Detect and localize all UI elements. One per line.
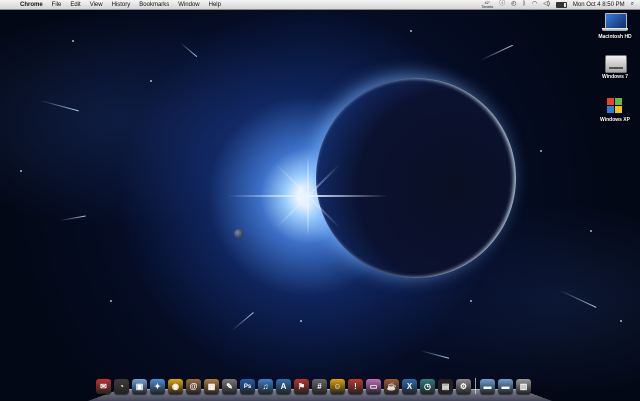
wifi-icon[interactable]: ◠ [532, 0, 537, 9]
star [410, 30, 412, 32]
menu-file[interactable]: File [52, 2, 62, 8]
alert-icon: ! [354, 382, 357, 391]
smiley-icon: ☺ [333, 382, 342, 391]
menu-edit[interactable]: Edit [70, 2, 80, 8]
dock-item-clock[interactable]: ◷ [420, 379, 435, 394]
mail-stamp-icon: ✉ [100, 382, 107, 391]
trash-icon: ▥ [519, 382, 528, 391]
desktop-drive-windows-7[interactable]: Windows 7 [590, 53, 640, 80]
small-moon [234, 229, 243, 238]
menu-help[interactable]: Help [209, 2, 221, 8]
gear-icon: ⚙ [459, 382, 468, 391]
menu-clock[interactable]: Mon Oct 4 8:50 PM [573, 2, 625, 8]
star [20, 170, 22, 172]
menu-window[interactable]: Window [178, 2, 199, 8]
dock-item-calculator[interactable]: # [312, 379, 327, 394]
dock-item-system-preferences[interactable]: ⚙ [456, 379, 471, 394]
dock-item-itunes[interactable]: ♫ [258, 379, 273, 394]
dock-item-display[interactable]: ▭ [366, 379, 381, 394]
dock-item-chrome[interactable]: ◉ [168, 379, 183, 394]
dock-item-sketch[interactable]: ✎ [222, 379, 237, 394]
drive-label: Windows XP [600, 117, 630, 123]
dock: ✉ ◔ ▣ ✦ ◉ @ ▦ ✎ Ps ♫ A ⚑ # ☺! ▭ ☕ X ◷ ▤ ⚙ ▬ ▬ ▥ [96, 376, 531, 394]
dock-item-address-book[interactable]: @ [186, 379, 201, 394]
photoshop-icon: Ps [243, 383, 252, 390]
dock-item-preview[interactable]: ▣ [132, 379, 147, 394]
star [150, 80, 152, 82]
meteor-streak [231, 312, 254, 331]
time-machine-icon[interactable]: ◴ [511, 0, 516, 9]
drive-label: Windows 7 [601, 74, 629, 80]
battery-level-fill [556, 2, 565, 7]
dock-item-applications-folder[interactable]: ▬ [480, 379, 495, 394]
star [110, 300, 112, 302]
desktop-wallpaper [0, 0, 640, 400]
menu-bookmarks[interactable]: Bookmarks [139, 2, 169, 8]
drive-label: Macintosh HD [598, 34, 632, 40]
calculator-icon: # [317, 382, 322, 391]
star [72, 40, 74, 42]
dock-item-flag-app[interactable]: ⚑ [294, 379, 309, 394]
meteor-streak [179, 42, 198, 58]
info-icon[interactable]: ⓘ [499, 0, 505, 9]
address-book-icon: @ [189, 382, 198, 391]
dock-item-adium[interactable]: ☺ [330, 379, 345, 394]
meteor-streak [419, 350, 450, 359]
folder-icon: ▬ [501, 382, 510, 391]
planet [316, 78, 516, 278]
safari-compass-icon: ✦ [154, 382, 161, 391]
menu-history[interactable]: History [112, 2, 131, 8]
desktop-drive-windows-xp[interactable]: Windows XP [590, 96, 640, 123]
battery-icon[interactable] [555, 1, 567, 8]
dock-item-dashboard[interactable]: ◔ [114, 379, 129, 394]
chrome-icon: ◉ [172, 382, 179, 391]
iphoto-icon: ▦ [207, 382, 216, 391]
menu-app-name[interactable]: Chrome [20, 2, 43, 8]
app-store-icon: A [280, 382, 287, 391]
preview-icon: ▣ [135, 382, 144, 391]
weather-city: Toronto [481, 4, 494, 9]
dock-separator [475, 378, 476, 394]
spotlight-search-icon[interactable]: ⌕ [631, 0, 634, 9]
activity-monitor-icon: ▤ [441, 382, 450, 391]
coffee-icon: ☕ [386, 382, 397, 391]
star [470, 300, 472, 302]
dashboard-icon: ◔ [119, 382, 124, 391]
windows-flag-icon [602, 96, 628, 116]
dock-item-activity-monitor[interactable]: ▤ [438, 379, 453, 394]
meteor-streak [559, 290, 597, 308]
menu-view[interactable]: View [90, 2, 103, 8]
bluetooth-icon[interactable]: ᛒ [522, 0, 526, 9]
weather-widget[interactable]: 42° Toronto [481, 1, 493, 9]
volume-icon[interactable]: ◁) [543, 0, 550, 9]
dock-item-trash[interactable]: ▥ [516, 379, 531, 394]
star [620, 320, 622, 322]
dock-item-xcode[interactable]: X [402, 379, 417, 394]
laptop-drive-icon [602, 13, 628, 33]
meteor-streak [39, 100, 79, 112]
monitor-icon: ▭ [369, 382, 378, 391]
folder-icon: ▬ [483, 382, 492, 391]
hard-disk-icon [602, 53, 628, 73]
dock-item-documents-folder[interactable]: ▬ [498, 379, 513, 394]
star [590, 230, 592, 232]
dock-item-coffee[interactable]: ☕ [384, 379, 399, 394]
xcode-icon: X [406, 382, 413, 391]
pencil-icon: ✎ [226, 382, 233, 391]
meteor-streak [479, 44, 513, 61]
itunes-note-icon: ♫ [262, 382, 269, 391]
dock-item-mail-alert[interactable]: ! [348, 379, 363, 394]
flag-icon: ⚑ [297, 382, 306, 391]
dock-item-photoshop[interactable]: Ps [240, 379, 255, 394]
dock-item-mail[interactable]: ✉ [96, 379, 111, 394]
dock-item-iphoto[interactable]: ▦ [204, 379, 219, 394]
star [540, 150, 542, 152]
menu-bar: Chrome File Edit View History Bookmarks … [0, 0, 640, 10]
dock-item-safari[interactable]: ✦ [150, 379, 165, 394]
star [300, 320, 302, 322]
desktop-drive-macintosh-hd[interactable]: Macintosh HD [590, 13, 640, 40]
clock-icon: ◷ [424, 382, 431, 391]
dock-item-app-store[interactable]: A [276, 379, 291, 394]
meteor-streak [59, 215, 86, 221]
